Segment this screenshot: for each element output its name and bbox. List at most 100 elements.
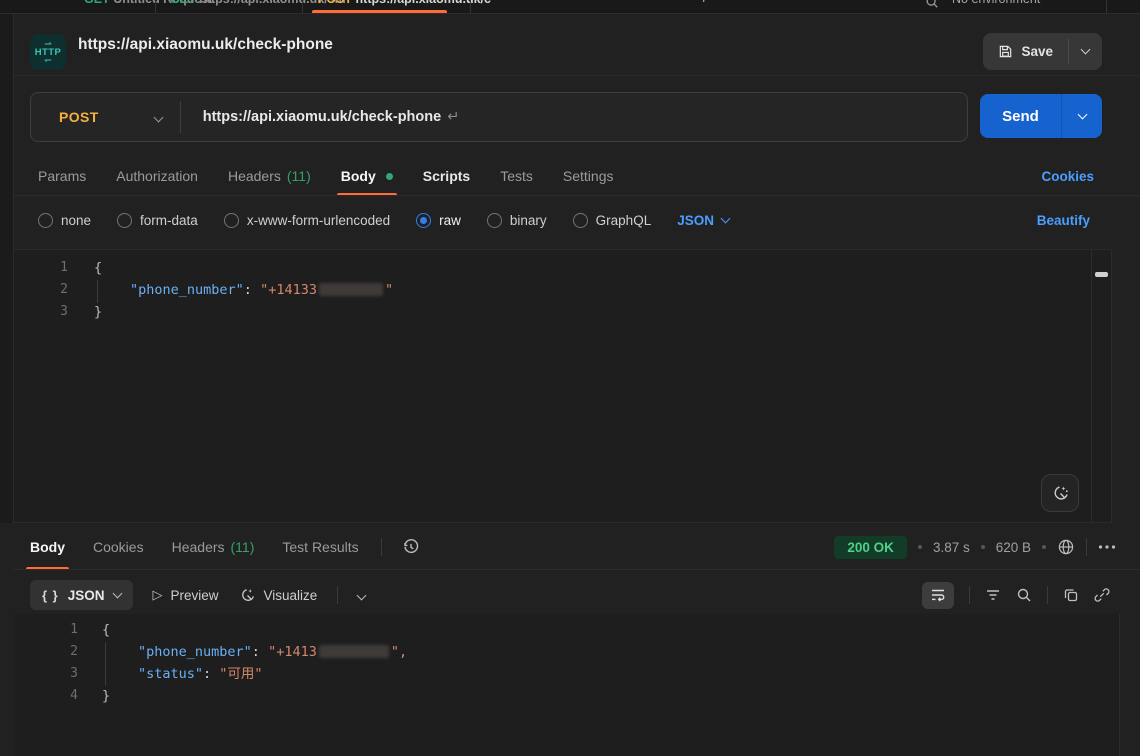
radio-icon — [487, 213, 502, 228]
url-input[interactable]: https://api.xiaomu.uk/check-phone↵ — [203, 109, 460, 125]
line-number: 3 — [14, 301, 68, 323]
share-link-button[interactable] — [1094, 587, 1110, 603]
code-token: { — [102, 622, 110, 638]
radio-graphql[interactable]: GraphQL — [573, 213, 652, 228]
line-number: 2 — [14, 279, 68, 301]
response-toolbar: { } JSON ▷ Preview Visualize — [14, 577, 1140, 613]
code-token: { — [94, 260, 102, 276]
method-chevron[interactable] — [155, 108, 162, 126]
link-icon — [1094, 587, 1110, 603]
response-time: 3.87 s — [933, 540, 970, 555]
send-button[interactable]: Send — [980, 94, 1061, 138]
word-wrap-icon — [930, 587, 946, 603]
redacted-value — [319, 283, 383, 296]
tab-params[interactable]: Params — [38, 157, 86, 195]
preview-button[interactable]: ▷ Preview — [153, 587, 219, 603]
search-response-button[interactable] — [1016, 587, 1032, 603]
save-options-button[interactable] — [1069, 33, 1102, 70]
visualize-button[interactable]: Visualize — [239, 587, 318, 604]
radio-selected-icon — [416, 213, 431, 228]
format-selector[interactable]: JSON — [677, 213, 729, 228]
response-tab-body[interactable]: Body — [30, 524, 65, 569]
tab-settings[interactable]: Settings — [563, 157, 614, 195]
json-value: "+14133 — [260, 282, 317, 298]
response-tab-test-results[interactable]: Test Results — [282, 524, 358, 569]
code-token: : — [252, 644, 268, 660]
chevron-down-icon — [357, 591, 367, 601]
line-number: 3 — [14, 663, 78, 685]
line-number: 1 — [14, 257, 68, 279]
response-tab-headers[interactable]: Headers(11) — [172, 524, 255, 569]
editor-scrollbar[interactable] — [1091, 250, 1110, 522]
response-body-viewer[interactable]: 1 { 2 "phone_number": "+1413", 3 "status… — [14, 614, 1120, 756]
tab-tests[interactable]: Tests — [500, 157, 533, 195]
radio-binary[interactable]: binary — [487, 213, 547, 228]
line-number: 2 — [14, 641, 78, 663]
code-line: 3 } — [14, 301, 1111, 323]
request-header: HTTP https://api.xiaomu.uk/check-phone S… — [14, 14, 1140, 76]
more-options-button[interactable] — [1098, 544, 1116, 550]
sparkle-wand-icon — [239, 587, 256, 604]
workspace-tab-bar: GET Untitled Request GET https://api.xia… — [0, 0, 1140, 14]
tab-separator — [155, 0, 156, 13]
radio-none[interactable]: none — [38, 213, 91, 228]
response-format-label: JSON — [68, 588, 105, 603]
collapsed-sidebar[interactable] — [0, 14, 14, 523]
response-format-selector[interactable]: { } JSON — [30, 580, 133, 610]
radio-urlencoded[interactable]: x-www-form-urlencoded — [224, 213, 390, 228]
redacted-value — [319, 645, 389, 658]
indent-guide — [105, 642, 106, 686]
beautify-link[interactable]: Beautify — [1037, 213, 1090, 228]
cookies-link[interactable]: Cookies — [1041, 169, 1094, 184]
new-tab-button[interactable]: + — [700, 0, 707, 6]
play-icon: ▷ — [153, 587, 163, 603]
response-size: 620 B — [996, 540, 1031, 555]
dot-separator — [981, 545, 985, 549]
json-value: "+1413 — [268, 644, 317, 660]
active-tab-indicator — [312, 10, 447, 13]
response-history-button[interactable] — [402, 538, 420, 556]
tab-headers[interactable]: Headers(11) — [228, 157, 311, 195]
network-info-button[interactable] — [1057, 538, 1075, 556]
save-button[interactable]: Save — [983, 33, 1068, 70]
divider — [381, 538, 382, 556]
status-badge[interactable]: 200 OK — [834, 536, 907, 559]
chevron-down-icon — [112, 588, 122, 598]
word-wrap-button[interactable] — [922, 582, 954, 609]
postbot-button[interactable] — [1041, 474, 1079, 512]
send-button-group: Send — [980, 94, 1102, 138]
tab-authorization[interactable]: Authorization — [116, 157, 198, 195]
environment-selector[interactable]: No environment — [952, 0, 1040, 6]
send-options-button[interactable] — [1062, 94, 1102, 138]
radio-icon — [117, 213, 132, 228]
filter-button[interactable] — [985, 587, 1001, 603]
radio-raw[interactable]: raw — [416, 213, 461, 228]
tab-request-3-active[interactable]: POST https://api.xiaomu.uk/c — [318, 0, 491, 6]
request-title: https://api.xiaomu.uk/check-phone — [78, 36, 333, 54]
json-key: "phone_number" — [138, 644, 252, 660]
json-value: ", — [391, 644, 407, 660]
http-protocol-icon: HTTP — [30, 34, 66, 70]
save-icon — [998, 44, 1013, 59]
copy-response-button[interactable] — [1063, 587, 1079, 603]
code-token: : — [244, 282, 260, 298]
save-label: Save — [1021, 44, 1053, 59]
toolbar-more-chevron[interactable] — [358, 586, 365, 604]
radio-form-data[interactable]: form-data — [117, 213, 198, 228]
scrollbar-thumb[interactable] — [1095, 272, 1108, 277]
request-body-editor[interactable]: 1 { 2 "phone_number": "+14133" 3 } — [14, 249, 1112, 523]
search-icon — [1016, 587, 1032, 603]
search-icon[interactable] — [925, 0, 939, 9]
method-selector[interactable]: POST — [59, 109, 99, 125]
body-modified-dot — [386, 173, 393, 180]
headers-count-badge: (11) — [287, 168, 311, 184]
indent-guide — [97, 280, 98, 303]
code-line: 3 "status": "可用" — [14, 663, 1119, 685]
divider — [1086, 538, 1087, 556]
chevron-down-icon — [721, 213, 731, 223]
tab-scripts[interactable]: Scripts — [423, 157, 470, 195]
json-value: "可用" — [219, 666, 262, 682]
request-tabs: Params Authorization Headers(11) Body Sc… — [14, 157, 1140, 196]
tab-body[interactable]: Body — [341, 157, 393, 195]
response-tab-cookies[interactable]: Cookies — [93, 524, 144, 569]
